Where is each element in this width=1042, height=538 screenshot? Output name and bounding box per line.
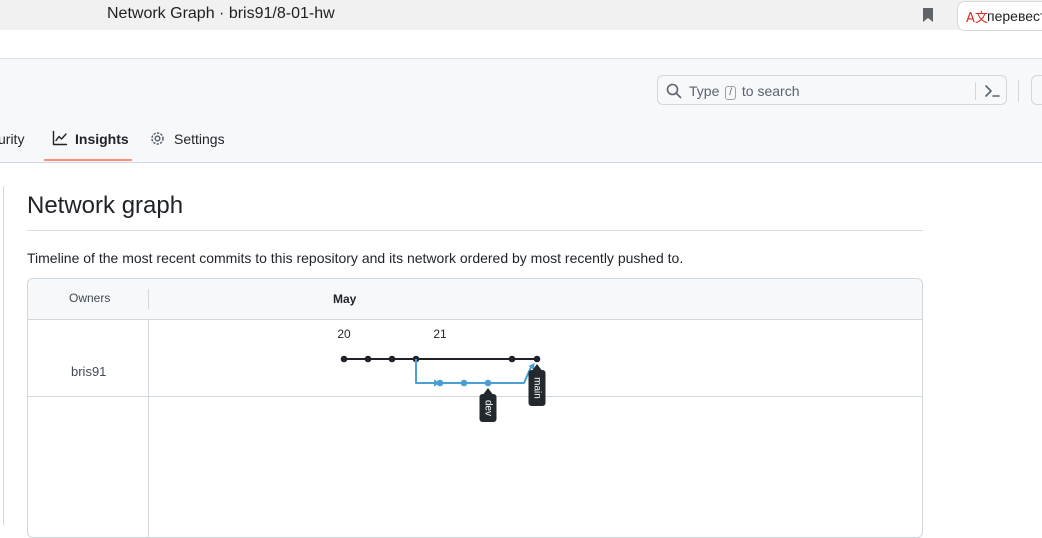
branch-label-main-text: main — [531, 377, 542, 399]
tab-settings-label: Settings — [174, 131, 225, 147]
branch-label-dev-text: dev — [482, 400, 493, 416]
translate-label: перевест — [987, 8, 1042, 24]
branch-label-main[interactable]: main — [528, 364, 546, 406]
commit-graph-canvas[interactable]: 20 21 dev main — [28, 319, 923, 538]
commit-dot[interactable] — [484, 379, 492, 387]
graph-icon — [52, 130, 68, 146]
translate-button[interactable]: A文 перевест — [957, 1, 1042, 31]
translate-icon: A文 — [966, 11, 988, 26]
search-icon — [666, 83, 682, 99]
browser-toolbar: Network Graph · bris91/8-01-hw A文 переве… — [0, 0, 1042, 31]
search-placeholder: Type / to search — [689, 83, 800, 100]
header-column-divider — [148, 289, 149, 309]
day-label-20: 20 — [337, 327, 351, 341]
tab-security-label: urity — [0, 131, 25, 147]
header-divider — [1018, 80, 1019, 102]
page-title: Network graph — [27, 192, 184, 219]
owners-header: Owners — [69, 291, 111, 305]
tab-active-underline — [44, 159, 132, 161]
search-input[interactable]: Type / to search — [657, 75, 1007, 105]
network-graph[interactable]: Owners May bris91 20 21 dev main — [27, 278, 923, 538]
page-tab-title: Network Graph · bris91/8-01-hw — [107, 5, 335, 22]
search-shortcut-key: / — [725, 86, 737, 100]
dev-branch-line — [415, 359, 532, 384]
tab-insights-label: Insights — [75, 131, 129, 147]
graph-header: Owners May — [28, 279, 922, 320]
commit-dot[interactable] — [533, 355, 541, 363]
address-bar[interactable]: Network Graph · bris91/8-01-hw — [0, 0, 950, 30]
tab-security[interactable]: urity — [0, 131, 24, 147]
commit-dot[interactable] — [436, 379, 444, 387]
title-divider — [27, 230, 923, 231]
terminal-icon[interactable] — [983, 83, 1001, 99]
month-label: May — [333, 292, 357, 306]
commit-dot[interactable] — [340, 355, 348, 363]
bookmark-icon[interactable] — [921, 7, 935, 23]
branch-label-dev[interactable]: dev — [479, 388, 497, 422]
commit-dot[interactable] — [364, 355, 372, 363]
commit-dot[interactable] — [460, 379, 468, 387]
commit-dot[interactable] — [388, 355, 396, 363]
repo-header: Type / to search urity Insights Settings — [0, 58, 1042, 163]
search-divider — [975, 82, 976, 100]
page-description: Timeline of the most recent commits to t… — [27, 250, 684, 266]
commit-dot[interactable] — [508, 355, 516, 363]
sidebar-edge — [0, 186, 4, 525]
day-label-21: 21 — [433, 327, 447, 341]
gear-icon — [151, 132, 164, 145]
header-action-button[interactable] — [1031, 75, 1042, 105]
